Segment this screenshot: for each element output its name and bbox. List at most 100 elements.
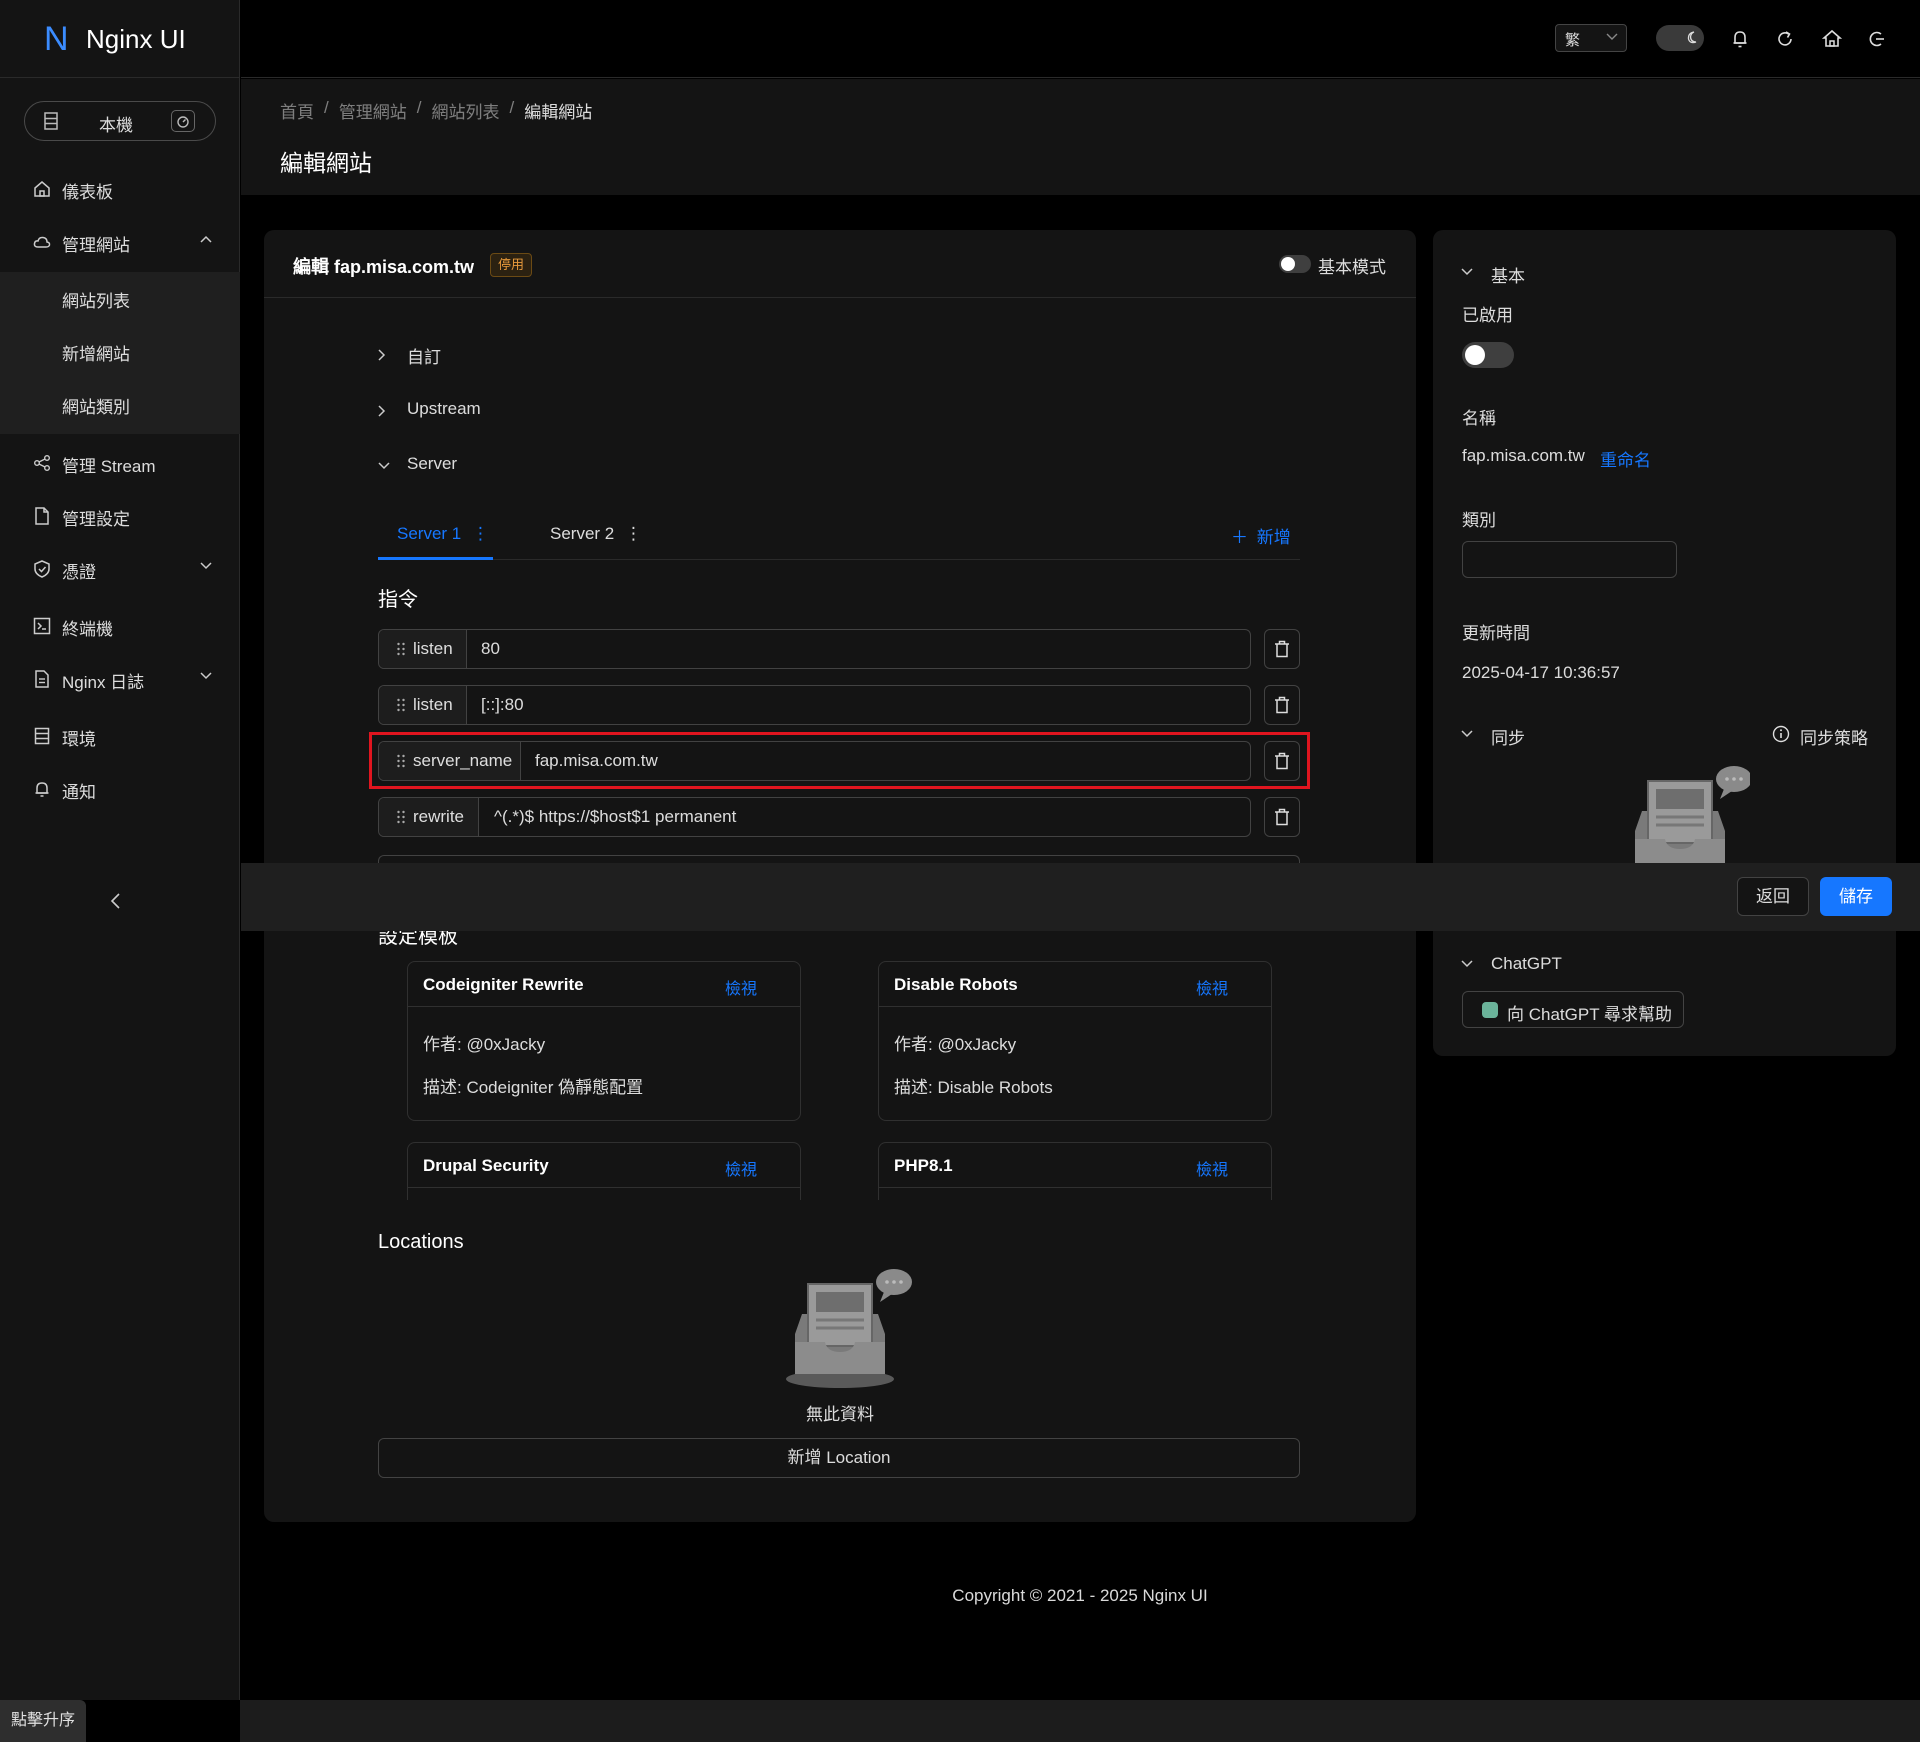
chevron-down-icon	[200, 562, 212, 570]
app-logo[interactable]: N Nginx UI	[0, 0, 240, 78]
delete-directive-button[interactable]	[1264, 797, 1300, 837]
template-card: Codeigniter Rewrite 檢視 作者: @0xJacky 描述: …	[407, 961, 801, 1121]
directive-name: listen	[413, 639, 453, 658]
dashboard-icon[interactable]	[171, 110, 195, 132]
drag-handle-icon[interactable]	[396, 810, 406, 824]
chevron-down-icon	[1461, 960, 1473, 968]
delete-directive-button[interactable]	[1264, 629, 1300, 669]
upgrade-button[interactable]: 點擊升序	[0, 1700, 86, 1742]
ask-chatgpt-button[interactable]: 向 ChatGPT 尋求幫助	[1462, 991, 1684, 1028]
view-template-link[interactable]: 檢視	[1196, 1156, 1228, 1180]
bell-icon	[33, 780, 51, 798]
template-card: PHP8.1 檢視	[878, 1142, 1272, 1200]
directive-value[interactable]: ^(.*)$ https://$host$1 permanent	[494, 807, 736, 827]
tab-server-2[interactable]: Server 2 ⋮	[550, 524, 642, 544]
page-title: 編輯網站	[280, 150, 372, 176]
add-server-button[interactable]: ＋ 新增	[1231, 523, 1291, 548]
sidebar-item-manage-config[interactable]: 管理設定	[0, 491, 240, 541]
bottom-strip	[240, 1700, 1920, 1742]
breadcrumb-home[interactable]: 首頁	[280, 98, 314, 123]
logo-mark: N	[44, 20, 69, 58]
directive-name-addon[interactable]: listen	[379, 630, 467, 668]
manage-sites-submenu: 網站列表 新增網站 網站類別	[0, 272, 240, 434]
drag-handle-icon[interactable]	[396, 642, 406, 656]
rename-link[interactable]: 重命名	[1600, 446, 1651, 471]
drag-handle-icon[interactable]	[396, 698, 406, 712]
back-button[interactable]: 返回	[1737, 877, 1809, 916]
language-select[interactable]: 繁	[1555, 24, 1627, 52]
empty-inbox-icon	[780, 1262, 916, 1392]
sidebar-item-label: 管理網站	[62, 236, 130, 255]
sidebar-item-manage-stream[interactable]: 管理 Stream	[0, 438, 240, 488]
bell-icon[interactable]	[1731, 29, 1749, 49]
logout-icon[interactable]	[1868, 29, 1886, 49]
name-value: fap.misa.com.tw	[1462, 446, 1585, 465]
sidebar-item-site-categories[interactable]: 網站類別	[62, 393, 130, 418]
sidebar-item-label: 通知	[62, 783, 96, 802]
directives-title: 指令	[378, 589, 418, 611]
node-switch[interactable]: 本機	[24, 101, 216, 141]
directive-input[interactable]: listen 80	[378, 629, 1251, 669]
chevron-left-icon[interactable]	[110, 893, 122, 909]
node-switch-label: 本機	[99, 116, 133, 135]
sidebar-item-dashboard[interactable]: 儀表板	[0, 164, 240, 214]
basic-mode-switch[interactable]	[1279, 255, 1311, 273]
tab-server-1[interactable]: Server 1 ⋮	[397, 524, 489, 544]
sidebar-item-label: 管理 Stream	[62, 457, 156, 476]
directive-name-addon[interactable]: rewrite	[379, 798, 479, 836]
breadcrumb: 首頁 / 管理網站 / 網站列表 / 編輯網站	[280, 98, 592, 123]
sidebar-item-label: 環境	[62, 730, 96, 749]
save-button[interactable]: 儲存	[1820, 877, 1892, 916]
more-vertical-icon[interactable]: ⋮	[625, 524, 642, 543]
chevron-down-icon	[378, 462, 390, 470]
sidebar-item-label: Nginx 日誌	[62, 673, 145, 692]
terminal-icon	[33, 617, 51, 635]
directive-name-addon[interactable]: listen	[379, 686, 467, 724]
sidebar-item-nginx-log[interactable]: Nginx 日誌	[0, 654, 240, 704]
sidebar-item-terminal[interactable]: 終端機	[0, 601, 240, 651]
directive-input[interactable]: rewrite ^(.*)$ https://$host$1 permanent	[378, 797, 1251, 837]
add-location-button[interactable]: 新增 Location	[378, 1438, 1300, 1478]
view-template-link[interactable]: 檢視	[725, 1156, 757, 1180]
directive-input[interactable]: listen [::]:80	[378, 685, 1251, 725]
sidebar-item-certificates[interactable]: 憑證	[0, 544, 240, 594]
trash-icon	[1275, 640, 1289, 658]
directive-row: rewrite ^(.*)$ https://$host$1 permanent	[378, 797, 1300, 837]
view-template-link[interactable]: 檢視	[1196, 975, 1228, 999]
sidebar-item-notifications[interactable]: 通知	[0, 764, 240, 814]
theme-toggle[interactable]	[1656, 25, 1704, 51]
directive-value[interactable]: [::]:80	[481, 695, 524, 715]
delete-directive-button[interactable]	[1264, 685, 1300, 725]
sidebar-item-add-site[interactable]: 新增網站	[62, 340, 130, 365]
sync-empty-state	[1610, 756, 1750, 863]
home-icon[interactable]	[1822, 29, 1842, 49]
sidebar-item-environment[interactable]: 環境	[0, 711, 240, 761]
sidebar-item-site-list[interactable]: 網站列表	[62, 287, 130, 312]
trash-icon	[1275, 808, 1289, 826]
server-icon	[43, 112, 59, 130]
more-vertical-icon[interactable]: ⋮	[472, 524, 489, 543]
category-select[interactable]	[1462, 541, 1677, 578]
directive-value[interactable]: 80	[481, 639, 500, 659]
basic-mode-label: 基本模式	[1318, 258, 1386, 277]
switch-knob	[1465, 345, 1485, 365]
name-label: 名稱	[1462, 409, 1496, 428]
view-template-link[interactable]: 檢視	[725, 975, 757, 999]
shield-icon	[33, 560, 51, 578]
highlight-box	[369, 732, 1310, 789]
sidebar-item-label: 憑證	[62, 563, 96, 582]
enabled-switch[interactable]	[1462, 342, 1514, 368]
chevron-down-icon	[1461, 268, 1473, 276]
reload-icon[interactable]	[1776, 29, 1794, 49]
sidebar-item-manage-sites[interactable]: 管理網站	[0, 217, 240, 267]
breadcrumb-manage-sites[interactable]: 管理網站	[339, 98, 407, 123]
template-name: PHP8.1	[894, 1156, 953, 1175]
template-name: Disable Robots	[894, 975, 1018, 994]
sidebar-item-label: 管理設定	[62, 510, 130, 529]
collapse-label: Server	[407, 454, 458, 473]
breadcrumb-site-list[interactable]: 網站列表	[431, 98, 499, 123]
file-text-icon	[33, 670, 51, 688]
database-icon	[33, 727, 51, 745]
chevron-right-icon	[378, 349, 386, 361]
cloud-icon	[33, 233, 51, 251]
